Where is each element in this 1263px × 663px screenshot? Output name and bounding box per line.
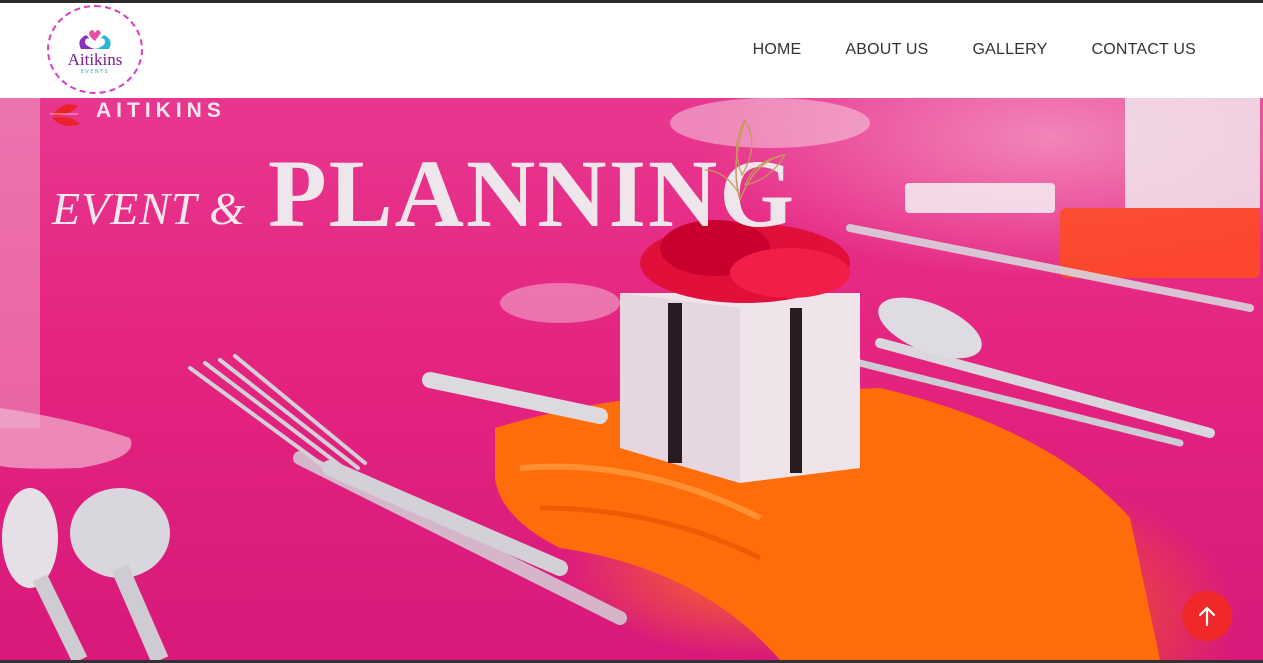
logo-subtitle: EVENTS bbox=[80, 68, 110, 75]
swans-logo-icon bbox=[79, 29, 111, 49]
nav-about-us[interactable]: ABOUT US bbox=[845, 41, 928, 59]
hero-banner: AITIKINS EVENT & PLANNING bbox=[0, 98, 1263, 660]
hero-brand-name: AITIKINS bbox=[96, 99, 226, 122]
brand-flower-icon bbox=[50, 104, 80, 126]
leaf-ornament-icon bbox=[704, 118, 787, 201]
hero-headline-prefix: EVENT & bbox=[52, 183, 247, 234]
nav-gallery[interactable]: GALLERY bbox=[973, 41, 1048, 59]
back-to-top-button[interactable] bbox=[1182, 591, 1232, 641]
nav-contact-us[interactable]: CONTACT US bbox=[1091, 41, 1196, 59]
arrow-up-icon bbox=[1198, 606, 1216, 627]
site-logo[interactable]: Aitikins EVENTS bbox=[47, 5, 143, 94]
logo-name: Aitikins bbox=[67, 49, 123, 69]
site-header: Aitikins EVENTS HOME ABOUT US GALLERY CO… bbox=[0, 3, 1263, 98]
main-navigation: HOME ABOUT US GALLERY CONTACT US bbox=[753, 41, 1196, 59]
nav-home[interactable]: HOME bbox=[753, 41, 802, 59]
